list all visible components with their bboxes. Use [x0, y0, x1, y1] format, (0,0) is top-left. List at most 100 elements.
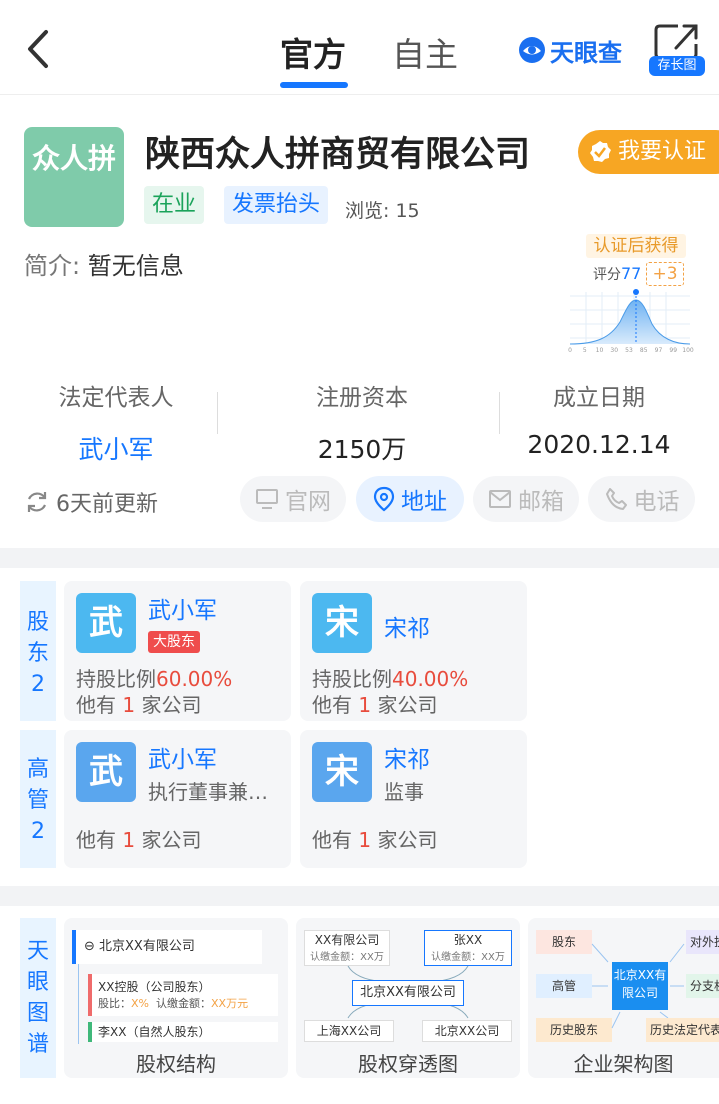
- node1-sub-a: 股比：: [98, 997, 131, 1010]
- executive-name[interactable]: 武小军: [148, 740, 217, 774]
- address-label: 地址: [401, 489, 447, 515]
- shareholder-name[interactable]: 宋祁: [384, 609, 430, 643]
- other-companies[interactable]: 他有 1 家公司: [76, 689, 201, 718]
- executives-label[interactable]: 高管 2: [20, 730, 56, 868]
- graph-shareholder-node: XX控股（公司股东） 股比：X% 认缴金额：XX万元: [88, 974, 278, 1016]
- founding-date: 成立日期 2020.12.14: [499, 378, 699, 459]
- company-name: 陕西众人拼商贸有限公司: [145, 135, 531, 175]
- graph-right-node: 历史法定代表: [646, 1018, 719, 1042]
- divider: [217, 392, 218, 434]
- graph-right-node: 分支机: [686, 974, 719, 998]
- shareholders-count: 2: [31, 672, 45, 697]
- score-axis-tick: 99: [669, 347, 677, 354]
- executive-role: 执行董事兼…: [148, 780, 268, 804]
- graph-node-bottom-right: 北京XX公司: [422, 1020, 512, 1042]
- executive-name[interactable]: 宋祁: [384, 740, 430, 774]
- founded-value: 2020.12.14: [527, 430, 671, 459]
- monitor-icon: [256, 489, 278, 509]
- legal-rep-link[interactable]: 武小军: [16, 430, 216, 466]
- company-intro: 简介: 暂无信息: [24, 246, 184, 281]
- other-count: 1: [122, 828, 136, 852]
- capital-value: 2150万: [317, 435, 407, 464]
- shareholder-card[interactable]: 武 武小军 大股东 持股比例60.00% 他有 1 家公司: [64, 581, 291, 721]
- graph-right-node: 对外投: [686, 930, 719, 954]
- avatar: 武: [76, 593, 136, 653]
- node1-sub-b: 认缴金额：: [156, 997, 211, 1010]
- save-long-image-label[interactable]: 存长图: [649, 56, 705, 76]
- logo-text: 天眼查: [550, 38, 622, 67]
- equity-penetration-title: 股权穿透图: [358, 1052, 458, 1076]
- certify-button[interactable]: 我要认证: [578, 130, 719, 174]
- tree-line: [78, 964, 79, 1044]
- executive-card[interactable]: 宋 宋祁 监事 他有 1 家公司: [300, 730, 527, 868]
- section-gap: [0, 886, 719, 906]
- root-label: 北京XX有限公司: [99, 939, 195, 954]
- address-button[interactable]: 地址: [356, 476, 464, 522]
- tab-self[interactable]: 自主: [392, 28, 458, 76]
- score-axis-tick: 10: [596, 347, 604, 354]
- score-distribution-chart[interactable]: 0 5 10 30 53 85 97 99 100: [566, 286, 696, 354]
- other-post: 家公司: [377, 828, 438, 852]
- intro-label: 简介:: [24, 252, 81, 280]
- graphs-title: 天眼图谱: [27, 939, 50, 1057]
- tab-indicator: [280, 82, 348, 88]
- ratio-value: 60.00%: [156, 667, 233, 691]
- score-plus: +3: [646, 262, 684, 286]
- node1-label: XX控股（公司股东）: [98, 980, 211, 994]
- legal-rep-label: 法定代表人: [58, 385, 174, 411]
- phone-button[interactable]: 电话: [588, 476, 695, 522]
- ratio-label: 持股比例: [76, 667, 156, 691]
- shareholder-card[interactable]: 宋 宋祁 持股比例40.00% 他有 1 家公司: [300, 581, 527, 721]
- refresh-icon: [27, 492, 47, 512]
- score-axis-tick: 53: [625, 347, 633, 354]
- shareholder-name[interactable]: 武小军: [148, 591, 217, 625]
- status-badge: 在业: [144, 186, 205, 224]
- views-label: 浏览:: [345, 200, 390, 222]
- node1-sub-a-val: X%: [131, 997, 149, 1010]
- avatar: 宋: [312, 742, 372, 802]
- node1-detail: 股比：X% 认缴金额：XX万元: [98, 995, 272, 1011]
- ratio-label: 持股比例: [312, 667, 392, 691]
- other-count: 1: [358, 828, 372, 852]
- website-button[interactable]: 官网: [240, 476, 346, 522]
- node1-sub-b-val: XX万元: [211, 997, 249, 1010]
- major-shareholder-badge: 大股东: [148, 631, 200, 653]
- eye-logo-icon: [519, 37, 545, 63]
- score-marker-icon: [633, 289, 639, 295]
- company-detail-page: 官方 自主 天眼查 存长图 众人拼 陕西众人拼商贸有限公司 我要认证 在业 发票…: [0, 0, 719, 1104]
- org-structure-card[interactable]: 股东 高管 历史股东 北京XX有限公司 对外投 分支机 历史法定代表 企业架构图: [528, 918, 719, 1078]
- executives-title: 高管: [27, 757, 50, 813]
- graph-node-bottom-left: 上海XX公司: [304, 1020, 394, 1042]
- certify-reward-badge[interactable]: 认证后获得: [586, 234, 686, 258]
- executive-card[interactable]: 武 武小军 执行董事兼… 他有 1 家公司: [64, 730, 291, 868]
- update-status[interactable]: 6天前更新: [24, 486, 158, 518]
- equity-penetration-card[interactable]: XX有限公司 认缴金额：XX万 张XX 认缴金额：XX万 北京XX有限公司 上海…: [296, 918, 520, 1078]
- phone-icon: [605, 488, 627, 510]
- email-button[interactable]: 邮箱: [473, 476, 579, 522]
- equity-structure-title: 股权结构: [136, 1052, 216, 1076]
- mail-icon: [489, 490, 511, 508]
- tab-official[interactable]: 官方: [280, 28, 346, 76]
- other-companies[interactable]: 他有 1 家公司: [312, 689, 437, 718]
- org-structure-title: 企业架构图: [573, 1052, 674, 1076]
- other-pre: 他有: [76, 693, 116, 717]
- shareholders-label[interactable]: 股东 2: [20, 581, 56, 721]
- invoice-title-button[interactable]: 发票抬头: [224, 186, 329, 224]
- back-arrow-icon[interactable]: [22, 26, 62, 72]
- score-axis-tick: 85: [640, 347, 648, 354]
- score-axis-tick: 30: [610, 347, 618, 354]
- other-count: 1: [122, 693, 136, 717]
- location-pin-icon: [373, 486, 395, 512]
- certify-label: 我要认证: [618, 139, 707, 164]
- score-axis-tick: 100: [682, 347, 694, 354]
- ratio-value: 40.00%: [392, 667, 469, 691]
- shareholders-title: 股东: [27, 610, 50, 666]
- graphs-label[interactable]: 天眼图谱: [20, 918, 56, 1078]
- views-value: 15: [395, 200, 420, 222]
- equity-structure-card[interactable]: ⊖ 北京XX有限公司 XX控股（公司股东） 股比：X% 认缴金额：XX万元 李X…: [64, 918, 288, 1078]
- section-gap: [0, 548, 719, 568]
- other-companies[interactable]: 他有 1 家公司: [76, 824, 201, 853]
- update-text: 6天前更新: [56, 492, 158, 517]
- intro-text: 暂无信息: [87, 252, 184, 280]
- other-companies[interactable]: 他有 1 家公司: [312, 824, 437, 853]
